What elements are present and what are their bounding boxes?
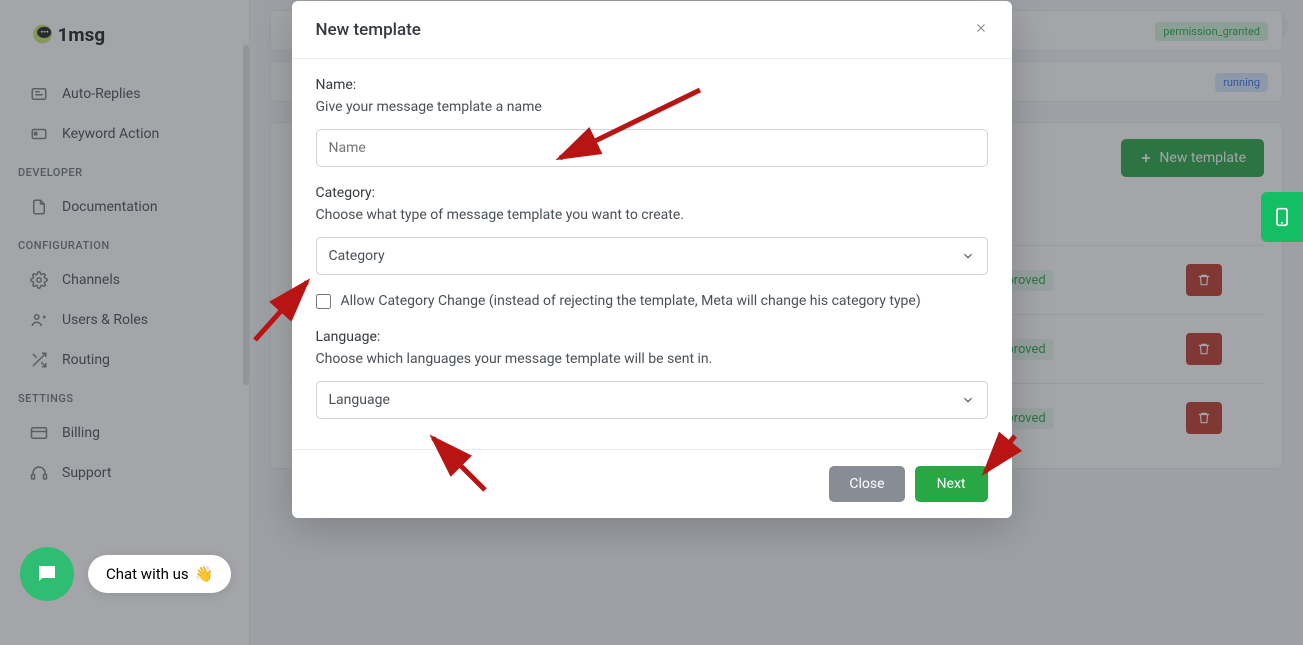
allow-category-change-checkbox[interactable] bbox=[316, 294, 331, 309]
device-preview-tab[interactable] bbox=[1261, 192, 1303, 242]
category-hint: Choose what type of message template you… bbox=[316, 207, 988, 223]
close-button[interactable]: Close bbox=[829, 466, 904, 502]
modal-close-button[interactable] bbox=[974, 19, 988, 40]
name-input[interactable] bbox=[316, 129, 988, 167]
new-template-modal: New template Name: Give your message tem… bbox=[292, 1, 1012, 518]
chat-with-us-button[interactable]: Chat with us 👋 bbox=[88, 555, 231, 593]
chat-fab[interactable] bbox=[20, 547, 74, 601]
language-label: Language: bbox=[316, 329, 988, 345]
close-icon bbox=[974, 21, 988, 35]
name-hint: Give your message template a name bbox=[316, 99, 988, 115]
language-select[interactable]: Language bbox=[316, 381, 988, 419]
chevron-down-icon bbox=[961, 393, 975, 407]
category-select[interactable]: Category bbox=[316, 237, 988, 275]
allow-category-change-row[interactable]: Allow Category Change (instead of reject… bbox=[316, 293, 988, 309]
language-hint: Choose which languages your message temp… bbox=[316, 351, 988, 367]
chat-icon bbox=[35, 562, 59, 586]
name-label: Name: bbox=[316, 77, 988, 93]
modal-title: New template bbox=[316, 20, 421, 40]
next-button[interactable]: Next bbox=[915, 466, 988, 502]
chevron-down-icon bbox=[961, 249, 975, 263]
phone-icon bbox=[1272, 204, 1292, 230]
wave-emoji: 👋 bbox=[195, 565, 214, 583]
category-label: Category: bbox=[316, 185, 988, 201]
